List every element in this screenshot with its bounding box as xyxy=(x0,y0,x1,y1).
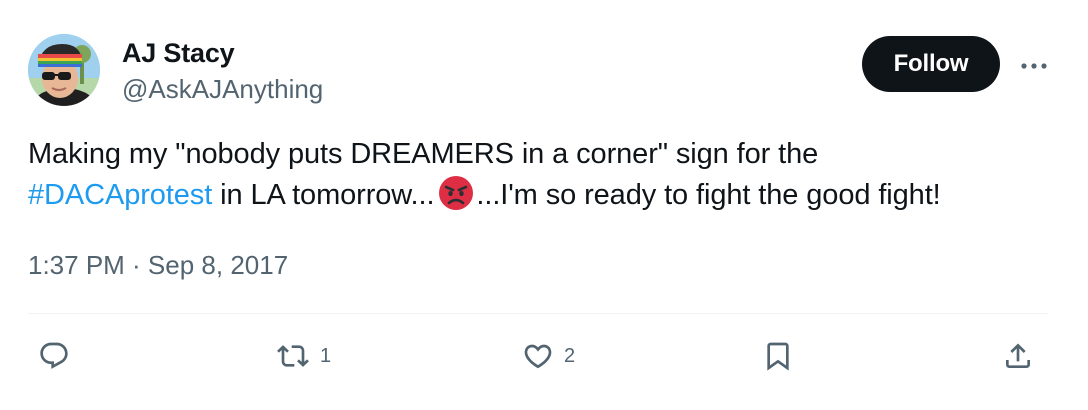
more-horizontal-icon xyxy=(1021,63,1047,69)
divider xyxy=(28,313,1048,314)
like-count: 2 xyxy=(564,344,576,367)
reply-button[interactable] xyxy=(38,332,80,380)
avatar[interactable] xyxy=(28,34,100,106)
action-bar: 1 2 xyxy=(0,332,1088,380)
hashtag-link[interactable]: #DACAprotest xyxy=(28,179,212,211)
tweet-text-part: in LA tomorrow... xyxy=(212,179,435,211)
tweet-text-part: Making my "nobody puts DREAMERS in a cor… xyxy=(28,138,819,170)
more-options-button[interactable] xyxy=(1014,46,1054,86)
reply-icon xyxy=(40,342,68,369)
share-icon xyxy=(1006,343,1030,368)
bookmark-icon xyxy=(767,342,789,371)
timestamp[interactable]: 1:37 PM · Sep 8, 2017 xyxy=(28,248,288,282)
handle[interactable]: @AskAJAnything xyxy=(122,72,323,106)
heart-icon xyxy=(524,344,552,369)
profile-photo-icon xyxy=(28,34,100,106)
retweet-count: 1 xyxy=(320,344,332,367)
angry-face-emoji-icon xyxy=(439,176,474,210)
tweet-text-part: ...I'm so ready to fight the good fight! xyxy=(476,179,941,211)
like-button[interactable]: 2 xyxy=(522,332,575,380)
tweet-header: AJ Stacy @AskAJAnything Follow xyxy=(28,34,1068,110)
follow-button[interactable]: Follow xyxy=(862,36,1000,92)
retweet-icon xyxy=(277,345,309,367)
bookmark-button[interactable] xyxy=(762,332,794,380)
author-info: AJ Stacy @AskAJAnything xyxy=(122,36,323,106)
share-button[interactable] xyxy=(1002,332,1034,380)
display-name[interactable]: AJ Stacy xyxy=(122,36,323,70)
tweet-text: Making my "nobody puts DREAMERS in a cor… xyxy=(28,134,1058,216)
tweet-card: AJ Stacy @AskAJAnything Follow Making my… xyxy=(0,0,1088,410)
retweet-button[interactable]: 1 xyxy=(276,332,331,380)
